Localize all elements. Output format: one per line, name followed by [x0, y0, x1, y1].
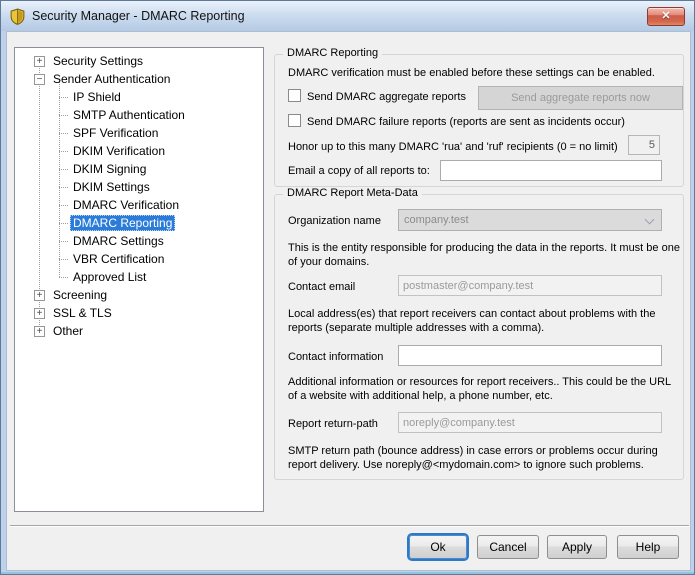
tree-item-label: Screening	[50, 287, 110, 303]
tree-item-label: DKIM Verification	[70, 143, 168, 159]
tree-item-spf-verification[interactable]: SPF Verification	[15, 124, 263, 142]
tree-item-dmarc-settings[interactable]: DMARC Settings	[15, 232, 263, 250]
shield-icon	[9, 8, 26, 25]
tree-item-vbr-certification[interactable]: VBR Certification	[15, 250, 263, 268]
tree-item-label: SSL & TLS	[50, 305, 115, 321]
organization-name-combobox: company.test	[398, 209, 662, 231]
expand-plus-icon[interactable]: +	[34, 326, 45, 337]
report-return-path-input	[398, 412, 662, 433]
send-failure-reports-label: Send DMARC failure reports (reports are …	[307, 116, 625, 129]
tree-item-label: DKIM Settings	[70, 179, 153, 195]
tree-item-dmarc-reporting[interactable]: DMARC Reporting	[15, 214, 263, 232]
tree-item-dkim-verification[interactable]: DKIM Verification	[15, 142, 263, 160]
apply-button[interactable]: Apply	[547, 535, 607, 559]
email-copy-label: Email a copy of all reports to:	[288, 165, 430, 178]
dmarc-reporting-group: DMARC Reporting DMARC verification must …	[274, 54, 684, 187]
tree-item-dkim-signing[interactable]: DKIM Signing	[15, 160, 263, 178]
tree-item-other[interactable]: + Other	[15, 322, 263, 340]
contact-email-input	[398, 275, 662, 296]
group-title: DMARC Report Meta-Data	[283, 187, 422, 199]
tree-item-label: SPF Verification	[70, 125, 161, 141]
tree-item-label: VBR Certification	[70, 251, 167, 267]
tree-rows: + Security Settings−Sender Authentication…	[15, 48, 263, 340]
collapse-minus-icon[interactable]: −	[34, 74, 45, 85]
security-manager-dialog: Security Manager - DMARC Reporting ✕ + Se…	[0, 0, 695, 575]
tree-item-label: DMARC Verification	[70, 197, 182, 213]
help-button[interactable]: Help	[617, 535, 679, 559]
footer-separator	[10, 525, 689, 527]
tree-item-label: Security Settings	[50, 53, 146, 69]
contact-email-help-text: Local address(es) that report receivers …	[288, 307, 680, 335]
send-failure-reports-checkbox[interactable]	[288, 114, 301, 127]
group-title: DMARC Reporting	[283, 47, 382, 59]
send-aggregate-reports-label: Send DMARC aggregate reports	[307, 91, 466, 104]
dmarc-metadata-group: DMARC Report Meta-Data Organization name…	[274, 194, 684, 480]
tree-item-dmarc-verification[interactable]: DMARC Verification	[15, 196, 263, 214]
organization-name-label: Organization name	[288, 215, 381, 228]
tree-item-sender-authentication[interactable]: −Sender Authentication	[15, 70, 263, 88]
report-return-path-label: Report return-path	[288, 418, 378, 431]
return-path-help-text: SMTP return path (bounce address) in cas…	[288, 444, 680, 472]
honor-recipients-label: Honor up to this many DMARC 'rua' and 'r…	[288, 141, 624, 154]
dmarc-verification-note: DMARC verification must be enabled befor…	[288, 67, 655, 80]
titlebar[interactable]: Security Manager - DMARC Reporting ✕	[1, 1, 694, 31]
tree-item-label: DMARC Reporting	[70, 215, 175, 231]
contact-information-help-text: Additional information or resources for …	[288, 375, 680, 403]
organization-name-value: company.test	[404, 214, 469, 226]
tree-item-dkim-settings[interactable]: DKIM Settings	[15, 178, 263, 196]
close-icon: ✕	[661, 10, 670, 22]
tree-item-label: Sender Authentication	[50, 71, 173, 87]
send-aggregate-reports-checkbox[interactable]	[288, 89, 301, 102]
tree-item-smtp-authentication[interactable]: SMTP Authentication	[15, 106, 263, 124]
expand-plus-icon[interactable]: +	[34, 308, 45, 319]
tree-item-label: Approved List	[70, 269, 149, 285]
tree-item-label: DKIM Signing	[70, 161, 149, 177]
tree-item-label: SMTP Authentication	[70, 107, 188, 123]
tree-item-screening[interactable]: + Screening	[15, 286, 263, 304]
honor-recipients-input	[628, 135, 660, 155]
tree-item-label: DMARC Settings	[70, 233, 167, 249]
tree-item-label: IP Shield	[70, 89, 124, 105]
email-copy-input[interactable]	[440, 160, 662, 181]
dialog-client-area: + Security Settings−Sender Authentication…	[6, 31, 691, 571]
contact-email-label: Contact email	[288, 281, 355, 294]
tree-item-approved-list[interactable]: Approved List	[15, 268, 263, 286]
contact-information-input[interactable]	[398, 345, 662, 366]
ok-button[interactable]: Ok	[409, 535, 467, 559]
settings-tree[interactable]: + Security Settings−Sender Authentication…	[14, 47, 264, 512]
send-aggregate-reports-now-button: Send aggregate reports now	[478, 86, 683, 110]
organization-help-text: This is the entity responsible for produ…	[288, 241, 680, 269]
close-button[interactable]: ✕	[647, 7, 685, 26]
contact-information-label: Contact information	[288, 351, 383, 364]
cancel-button[interactable]: Cancel	[477, 535, 539, 559]
tree-item-ssl-tls[interactable]: + SSL & TLS	[15, 304, 263, 322]
chevron-down-icon	[645, 215, 655, 225]
tree-item-label: Other	[50, 323, 86, 339]
expand-plus-icon[interactable]: +	[34, 56, 45, 67]
window-title: Security Manager - DMARC Reporting	[32, 9, 245, 23]
expand-plus-icon[interactable]: +	[34, 290, 45, 301]
tree-item-security-settings[interactable]: + Security Settings	[15, 52, 263, 70]
tree-item-ip-shield[interactable]: IP Shield	[15, 88, 263, 106]
